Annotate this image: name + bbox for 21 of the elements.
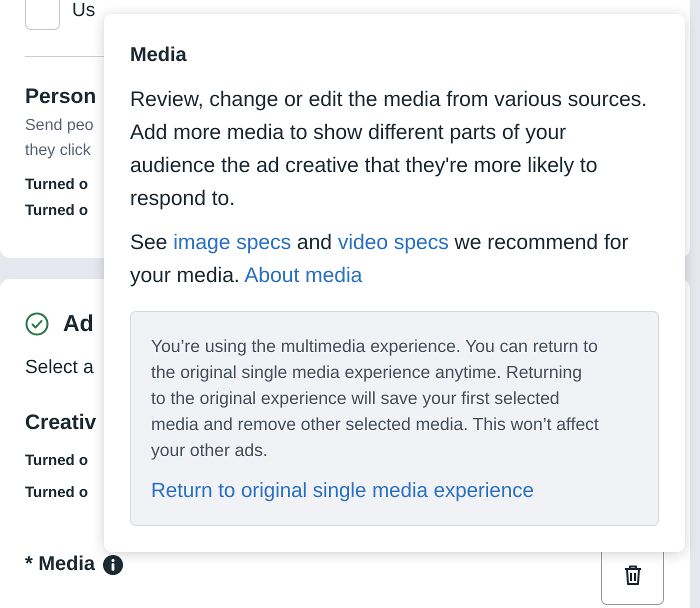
return-link[interactable]: Return to original single media experience: [151, 479, 534, 503]
setting-text: Turned o: [25, 483, 88, 503]
info-icon[interactable]: [103, 554, 124, 574]
section-title: Person: [25, 85, 96, 109]
popover-text: See image specs and video specs we recommend for your media. About media: [130, 230, 630, 289]
section-description: Send peo they click: [25, 116, 94, 161]
link[interactable]: video specs: [338, 231, 449, 254]
field-label: * Media: [25, 553, 96, 576]
setting-text: Turned o: [25, 451, 88, 471]
link[interactable]: image specs: [173, 231, 292, 254]
section-subtitle: Creativ: [25, 411, 96, 435]
checkbox[interactable]: [25, 0, 60, 30]
section-title: Ad: [63, 310, 94, 337]
setting-text: Turned o: [25, 175, 88, 195]
setting-text: Turned o: [25, 201, 88, 221]
popover-title: Media: [130, 43, 188, 68]
checkbox-label: Us: [72, 0, 96, 22]
section-description: Select a: [25, 357, 94, 379]
notice-text: You’re using the multimedia experience. You can return to the original single media experience anytime. Returning to the original experience will save your first selected media and remove other selected media. This won’t affect your other ads.: [151, 335, 600, 462]
popover-text: Review, change or edit the media from various sources. Add more media to show different parts of your audience the ad creative that they're more likely to respond to.: [130, 87, 648, 212]
link[interactable]: About media: [244, 264, 362, 287]
